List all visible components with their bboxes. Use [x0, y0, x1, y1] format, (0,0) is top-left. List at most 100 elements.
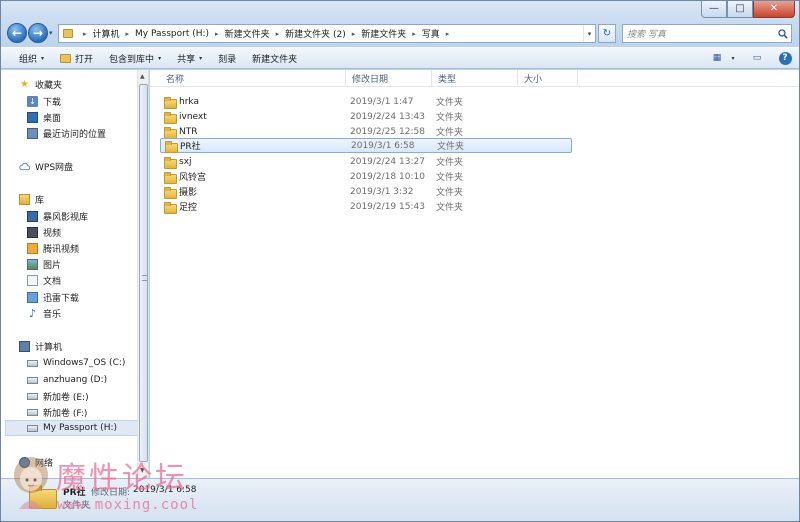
file-type: 文件夹 — [436, 158, 464, 168]
sidebar-item-pictures[interactable]: 图片 — [27, 256, 61, 272]
address-bar[interactable]: ▸ 计算机 ▸ My Passport (H:) ▸ 新建文件夹 ▸ 新建文件夹… — [58, 24, 596, 43]
sidebar-item-video-library[interactable]: 暴风影视库 — [27, 208, 88, 224]
new-folder-button[interactable]: 新建文件夹 — [244, 48, 305, 68]
file-modified: 2019/2/24 13:27 — [350, 156, 425, 167]
table-row[interactable]: 风铃宫 2019/2/18 10:10 文件夹 — [160, 169, 572, 184]
sidebar-scrollbar[interactable]: ▲ ▼ — [137, 70, 148, 478]
close-button[interactable]: ✕ — [753, 1, 795, 18]
sidebar-item-documents[interactable]: 文档 — [27, 272, 61, 288]
sidebar-item-music[interactable]: ♪ 音乐 — [27, 305, 61, 321]
column-header-label: 大小 — [524, 75, 543, 85]
forward-button[interactable]: → — [28, 23, 48, 43]
search-icon[interactable] — [775, 28, 791, 39]
preview-pane-button[interactable]: ▭ — [747, 50, 767, 66]
sidebar-item-drive-d[interactable]: anzhuang (D:) — [27, 372, 107, 388]
breadcrumb-separator[interactable]: ▸ — [126, 30, 130, 38]
documents-icon — [27, 274, 38, 286]
column-header-type[interactable]: 类型 — [432, 70, 518, 87]
breadcrumb-item[interactable]: 新建文件夹 (2) — [285, 27, 346, 40]
column-header-name[interactable]: 名称 ^ — [160, 70, 346, 87]
breadcrumb-separator[interactable]: ▸ — [83, 30, 87, 38]
breadcrumb-separator[interactable]: ▸ — [446, 30, 450, 38]
help-button[interactable]: ? — [775, 50, 795, 66]
table-row[interactable]: sxj 2019/2/24 13:27 文件夹 — [160, 154, 572, 169]
file-type: 文件夹 — [436, 128, 464, 138]
sidebar-item-downloads[interactable]: ↓ 下载 — [27, 93, 61, 109]
file-modified: 2019/3/1 3:32 — [350, 186, 414, 197]
sidebar-item-label: WPS网盘 — [35, 162, 74, 173]
sidebar-item-drive-e[interactable]: 新加卷 (E:) — [27, 388, 89, 404]
search-input[interactable]: 搜索 写真 — [622, 24, 792, 43]
file-name: PR社 — [180, 142, 201, 152]
breadcrumb-separator[interactable]: ▸ — [276, 30, 280, 38]
table-row[interactable]: 足控 2019/2/19 15:43 文件夹 — [160, 199, 572, 214]
breadcrumb-separator[interactable]: ▸ — [215, 30, 219, 38]
sidebar-item-drive-f[interactable]: 新加卷 (F:) — [27, 404, 87, 420]
sidebar-item-label: 腾讯视频 — [43, 244, 80, 255]
sidebar-item-videos[interactable]: 视频 — [27, 224, 61, 240]
sidebar-item-label: 视频 — [43, 228, 62, 239]
sidebar-item-label: 新加卷 (E:) — [43, 392, 89, 403]
column-header-size[interactable]: 大小 — [518, 70, 578, 87]
burn-button[interactable]: 刻录 — [210, 48, 244, 68]
file-name: ivnext — [179, 111, 207, 122]
sidebar-item-label: Windows7_OS (C:) — [43, 358, 126, 368]
table-row-selected[interactable]: PR社 2019/3/1 6:58 文件夹 — [160, 138, 572, 153]
table-row[interactable]: NTR 2019/2/25 12:58 文件夹 — [160, 124, 572, 139]
back-button[interactable]: ← — [7, 23, 27, 43]
sidebar-item-network[interactable]: 网络 — [19, 454, 53, 470]
breadcrumb-separator[interactable]: ▸ — [352, 30, 356, 38]
organize-button[interactable]: 组织 ▾ — [1, 48, 52, 68]
sidebar-item-label: 图片 — [43, 260, 62, 271]
change-view-button[interactable]: ▦ — [707, 50, 727, 66]
details-date-value: 2019/3/1 6:58 — [133, 485, 197, 495]
download-folder-icon: ↓ — [27, 95, 38, 107]
sidebar-item-libraries[interactable]: 库 — [19, 191, 44, 207]
search-placeholder: 搜索 写真 — [627, 30, 666, 40]
videos-icon — [27, 226, 38, 238]
sidebar-item-drive-h[interactable]: My Passport (H:) — [5, 420, 141, 436]
open-button[interactable]: 打开 — [52, 48, 101, 68]
folder-icon — [164, 171, 177, 184]
column-header-modified[interactable]: 修改日期 — [346, 70, 432, 87]
scroll-down-icon[interactable]: ▼ — [140, 467, 145, 474]
sidebar-item-recent-places[interactable]: 最近访问的位置 — [27, 125, 106, 141]
recent-pages-dropdown[interactable]: ▾ — [49, 29, 53, 37]
file-type: 文件夹 — [436, 113, 464, 123]
file-type: 文件夹 — [436, 98, 464, 108]
file-name: sxj — [179, 156, 192, 167]
sidebar-item-wps-cloud[interactable]: WPS网盘 — [19, 158, 73, 174]
sidebar-item-drive-c[interactable]: Windows7_OS (C:) — [27, 355, 125, 371]
include-in-library-button[interactable]: 包含到库中 ▾ — [101, 48, 169, 68]
sort-ascending-icon: ^ — [260, 70, 266, 74]
sidebar-item-desktop[interactable]: 桌面 — [27, 109, 61, 125]
thunder-download-icon — [27, 291, 38, 303]
scrollbar-thumb[interactable] — [139, 84, 148, 462]
maximize-button[interactable]: □ — [727, 1, 753, 18]
breadcrumb-item[interactable]: 新建文件夹 — [225, 27, 270, 40]
details-pane: PR社 修改日期: 2019/3/1 6:58 文件夹 — [1, 478, 799, 521]
breadcrumb-item[interactable]: 写真 — [422, 27, 440, 40]
minimize-button[interactable]: — — [701, 1, 727, 18]
table-row[interactable]: ivnext 2019/2/24 13:43 文件夹 — [160, 109, 572, 124]
network-icon — [19, 456, 30, 468]
breadcrumb-item[interactable]: 新建文件夹 — [361, 27, 406, 40]
address-dropdown[interactable]: ▾ — [583, 25, 595, 42]
breadcrumb-item[interactable]: My Passport (H:) — [135, 29, 209, 39]
file-modified: 2019/2/24 13:43 — [350, 111, 425, 122]
refresh-button[interactable]: ↻ — [598, 24, 616, 43]
view-options-dropdown[interactable]: ▾ — [727, 50, 739, 66]
file-name: hrka — [179, 96, 199, 107]
details-type: 文件夹 — [63, 501, 91, 511]
breadcrumb-separator[interactable]: ▸ — [412, 30, 416, 38]
sidebar-item-label: 迅雷下载 — [43, 293, 80, 304]
share-button[interactable]: 共享 ▾ — [169, 48, 210, 68]
sidebar-item-tencent-video[interactable]: 腾讯视频 — [27, 240, 79, 256]
table-row[interactable]: 摄影 2019/3/1 3:32 文件夹 — [160, 184, 572, 199]
sidebar-item-computer[interactable]: 计算机 — [19, 338, 62, 354]
sidebar-item-thunder-download[interactable]: 迅雷下载 — [27, 289, 79, 305]
sidebar-item-favorites[interactable]: ★ 收藏夹 — [19, 76, 62, 92]
scroll-up-icon[interactable]: ▲ — [140, 73, 145, 80]
table-row[interactable]: hrka 2019/3/1 1:47 文件夹 — [160, 94, 572, 109]
breadcrumb-item[interactable]: 计算机 — [93, 27, 120, 40]
